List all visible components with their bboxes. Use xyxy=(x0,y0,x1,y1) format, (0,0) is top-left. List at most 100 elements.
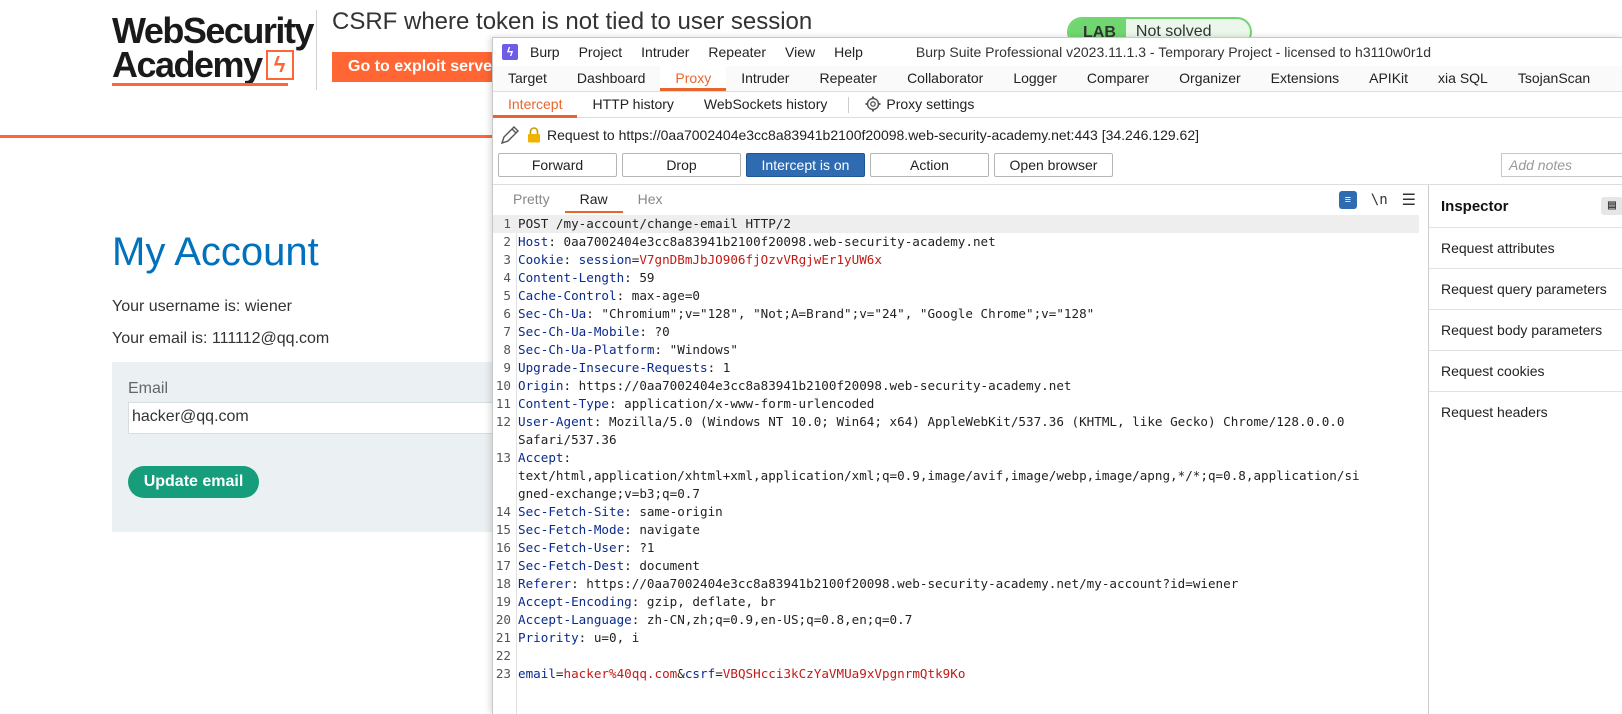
param-separator: & xyxy=(677,666,685,681)
tab-organizer[interactable]: Organizer xyxy=(1164,65,1255,91)
inspector-panel: Inspector ▤ Request attributes Request q… xyxy=(1429,185,1622,714)
gear-icon xyxy=(865,96,881,111)
code-line: 9 Upgrade-Insecure-Requests: 1 xyxy=(493,359,1429,377)
code-text: Cookie: session=V7gnDBmJbJO906fjOzvVRgjw… xyxy=(515,251,882,269)
tab-pretty[interactable]: Pretty xyxy=(498,185,565,213)
code-text: Referer: https://0aa7002404e3cc8a83941b2… xyxy=(515,575,1238,593)
header-value: ?0 xyxy=(654,324,670,339)
tab-comparer[interactable]: Comparer xyxy=(1072,65,1164,91)
request-editor[interactable]: Pretty Raw Hex ≡ \n ☰ 1 POST /my-account/… xyxy=(493,185,1429,714)
lightning-bolt-icon: ϟ xyxy=(265,50,294,80)
header-separator: : xyxy=(563,252,579,267)
action-button[interactable]: Action xyxy=(870,153,989,177)
inspector-request-attributes[interactable]: Request attributes xyxy=(1429,227,1622,268)
tab-intercept[interactable]: Intercept xyxy=(493,92,578,118)
update-email-button[interactable]: Update email xyxy=(128,466,259,498)
header-value: POST /my-account/change-email HTTP/2 xyxy=(518,216,791,231)
code-line: 6 Sec-Ch-Ua: "Chromium";v="128", "Not;A=B… xyxy=(493,305,1429,323)
param-name: csrf xyxy=(684,666,716,681)
equals-sign: = xyxy=(555,666,564,681)
code-text: Host: 0aa7002404e3cc8a83941b2100f20098.w… xyxy=(515,233,996,251)
email-label: Email xyxy=(128,380,169,397)
tab-tsojanscan[interactable]: TsojanScan xyxy=(1503,65,1605,91)
add-notes-input[interactable]: Add notes xyxy=(1501,153,1622,177)
request-body[interactable]: 1 POST /my-account/change-email HTTP/2 2 Ho… xyxy=(493,215,1429,683)
exploit-server-button[interactable]: Go to exploit server xyxy=(332,52,502,82)
pencil-icon[interactable] xyxy=(499,124,521,146)
proxy-settings-button[interactable]: Proxy settings xyxy=(859,92,989,118)
tab-target[interactable]: Target xyxy=(493,65,562,91)
inspector-layout-icon[interactable]: ▤ xyxy=(1601,197,1622,215)
header-separator: : xyxy=(548,234,564,249)
tab-http-history[interactable]: HTTP history xyxy=(577,92,688,118)
header-separator: : xyxy=(624,540,640,555)
tab-raw[interactable]: Raw xyxy=(564,185,623,213)
menu-help[interactable]: Help xyxy=(834,44,863,60)
code-text: Accept-Encoding: gzip, deflate, br xyxy=(515,593,776,611)
tab-dashboard[interactable]: Dashboard xyxy=(562,65,661,91)
code-text: User-Agent: Mozilla/5.0 (Windows NT 10.0… xyxy=(515,413,1344,431)
menu-intruder[interactable]: Intruder xyxy=(641,44,689,60)
header-separator: : xyxy=(578,630,594,645)
email-input[interactable]: hacker@qq.com xyxy=(128,402,508,434)
code-text: Sec-Ch-Ua-Mobile: ?0 xyxy=(515,323,670,341)
message-editor-area: Pretty Raw Hex ≡ \n ☰ 1 POST /my-account/… xyxy=(493,184,1622,714)
code-text: email=hacker%40qq.com&csrf=VBQSHcci3kCzY… xyxy=(515,665,965,683)
tab-proxy[interactable]: Proxy xyxy=(660,65,727,91)
inspector-request-cookies[interactable]: Request cookies xyxy=(1429,350,1622,391)
menu-project[interactable]: Project xyxy=(579,44,623,60)
code-line: 23 email=hacker%40qq.com&csrf=VBQSHcci3kC… xyxy=(493,665,1429,683)
main-tab-bar: Target Dashboard Proxy Intruder Repeater… xyxy=(493,65,1622,92)
inspector-body-parameters[interactable]: Request body parameters xyxy=(1429,309,1622,350)
header-separator: : xyxy=(639,324,655,339)
tab-apikit[interactable]: APIKit xyxy=(1354,65,1423,91)
logo-line1: WebSecurity xyxy=(112,10,314,51)
inspector-request-headers[interactable]: Request headers xyxy=(1429,391,1622,432)
academy-logo[interactable]: WebSecurity Academy ϟ xyxy=(112,10,314,86)
page-title: My Account xyxy=(112,230,319,274)
code-line: 15 Sec-Fetch-Mode: navigate xyxy=(493,521,1429,539)
logo-line2: Academy xyxy=(112,44,263,85)
tab-collaborator[interactable]: Collaborator xyxy=(892,65,998,91)
code-text: Origin: https://0aa7002404e3cc8a83941b21… xyxy=(515,377,1072,395)
forward-button[interactable]: Forward xyxy=(498,153,617,177)
header-name: Referer xyxy=(518,576,572,591)
word-wrap-icon[interactable]: ≡ xyxy=(1338,191,1357,209)
header-separator: : xyxy=(563,378,579,393)
menu-repeater[interactable]: Repeater xyxy=(708,44,766,60)
code-text: Priority: u=0, i xyxy=(515,629,639,647)
line-number: 11 xyxy=(495,396,511,411)
tab-xia-sql[interactable]: xia SQL xyxy=(1423,65,1503,91)
editor-options: ≡ \n ☰ xyxy=(1338,190,1416,210)
code-line: 18 Referer: https://0aa7002404e3cc8a83941… xyxy=(493,575,1429,593)
burp-logo-icon: ϟ xyxy=(502,44,518,60)
line-number: 12 xyxy=(495,414,511,429)
param-value: hacker%40qq.com xyxy=(563,666,678,681)
show-newlines-icon[interactable]: \n xyxy=(1371,192,1388,208)
inspector-query-parameters[interactable]: Request query parameters xyxy=(1429,268,1622,309)
code-line-continuation: text/html,application/xhtml+xml,applicat… xyxy=(518,468,1360,483)
code-text: Cache-Control: max-age=0 xyxy=(515,287,700,305)
menu-view[interactable]: View xyxy=(785,44,815,60)
drop-button[interactable]: Drop xyxy=(622,153,741,177)
tab-repeater[interactable]: Repeater xyxy=(804,65,892,91)
tab-intruder[interactable]: Intruder xyxy=(726,65,804,91)
line-number: 16 xyxy=(495,540,511,555)
lab-title: CSRF where token is not tied to user ses… xyxy=(332,8,813,35)
window-title: Burp Suite Professional v2023.11.1.3 - T… xyxy=(915,44,1432,60)
open-browser-button[interactable]: Open browser xyxy=(994,153,1113,177)
header-name: Accept xyxy=(518,450,564,465)
code-text: Content-Length: 59 xyxy=(515,269,655,287)
tab-hex[interactable]: Hex xyxy=(623,185,678,213)
tab-websockets-history[interactable]: WebSockets history xyxy=(689,92,842,118)
code-text: Sec-Fetch-Site: same-origin xyxy=(515,503,723,521)
hamburger-menu-icon[interactable]: ☰ xyxy=(1402,190,1416,210)
menu-burp[interactable]: Burp xyxy=(530,44,560,60)
change-email-form: Email hacker@qq.com Update email xyxy=(112,362,512,532)
tab-logger[interactable]: Logger xyxy=(998,65,1072,91)
tab-extensions[interactable]: Extensions xyxy=(1256,65,1354,91)
line-number: 8 xyxy=(503,342,511,357)
intercept-toggle-button[interactable]: Intercept is on xyxy=(746,153,865,177)
line-number: 9 xyxy=(503,360,511,375)
line-number: 15 xyxy=(495,522,511,537)
